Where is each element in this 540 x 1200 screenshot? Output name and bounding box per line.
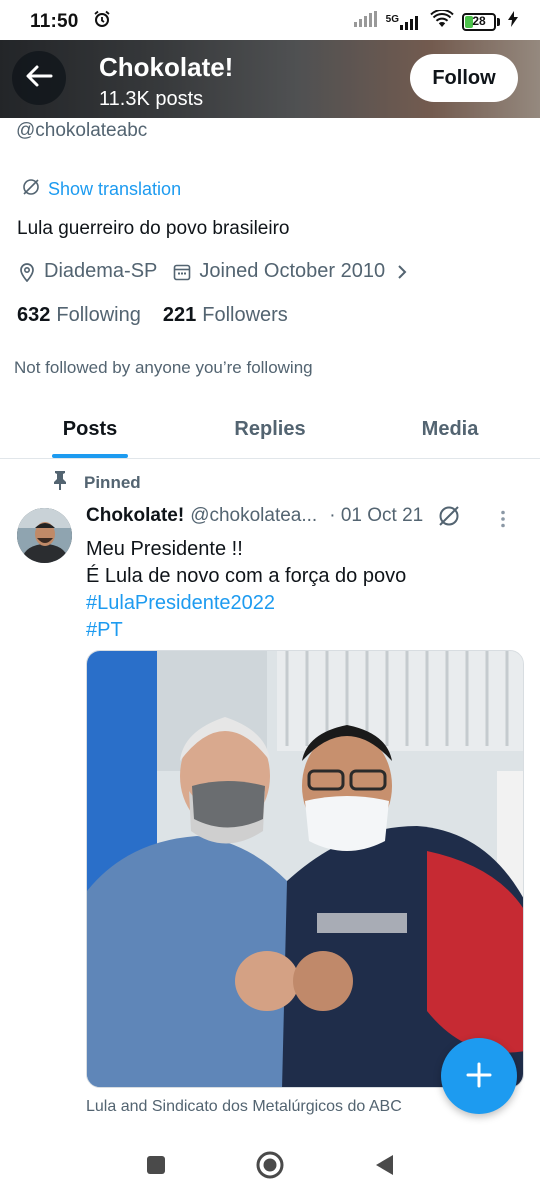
signal-5g-icon: 5G [386, 14, 422, 30]
header-title: Chokolate! [99, 52, 234, 82]
back-nav-icon[interactable] [374, 1154, 394, 1181]
profile-handle: @chokolateabc [16, 120, 148, 141]
wifi-icon [430, 8, 454, 34]
signal-icon [353, 11, 378, 33]
post-line: É Lula de novo com a força do povo [86, 565, 407, 587]
status-time: 11:50 [30, 11, 79, 32]
translate-icon [22, 178, 40, 201]
posts-count: 11.3K posts [99, 88, 204, 110]
compose-post-button[interactable] [441, 1038, 517, 1114]
followers-label: Followers [202, 304, 288, 326]
followers-stat[interactable]: 221 Followers [163, 304, 288, 327]
following-count: 632 [17, 304, 51, 326]
system-nav-bar [0, 1134, 540, 1200]
status-bar: 11:50 5G 28 [0, 0, 540, 44]
battery-level: 28 [472, 14, 486, 28]
back-button[interactable] [12, 51, 66, 105]
post-author-handle[interactable]: @chokolatea... [190, 505, 317, 527]
profile-joined: Joined October 2010 [199, 260, 386, 282]
hashtag-link[interactable]: #PT [86, 617, 406, 644]
profile-bio: Lula guerreiro do povo brasileiro [17, 218, 290, 239]
profile-stats: 632 Following 221 Followers [17, 304, 310, 327]
tab-replies[interactable]: Replies [180, 400, 360, 458]
show-translation-label: Show translation [48, 179, 182, 199]
profile-meta: Diadema-SP Joined October 2010 [18, 260, 415, 283]
plus-icon [466, 1062, 492, 1091]
pinned-label: Pinned [84, 472, 141, 492]
show-translation-link[interactable]: Show translation [22, 178, 181, 201]
not-followed-note: Not followed by anyone you’re following [14, 358, 313, 377]
calendar-icon [173, 263, 191, 281]
hashtag-link[interactable]: #LulaPresidente2022 [86, 590, 406, 617]
home-icon[interactable] [256, 1151, 284, 1184]
post-date[interactable]: · 01 Oct 21 [329, 505, 423, 527]
battery-icon: 28 [462, 13, 500, 31]
tab-media[interactable]: Media [360, 400, 540, 458]
status-icons: 5G 28 [353, 8, 518, 34]
profile-header: Chokolate! 11.3K posts Follow [0, 40, 540, 118]
post-line: Meu Presidente !! [86, 538, 243, 560]
alarm-icon [93, 10, 111, 34]
arrow-left-icon [25, 64, 53, 93]
following-label: Following [56, 304, 141, 326]
pinned-indicator: Pinned [52, 470, 141, 495]
post-body: Meu Presidente !! É Lula de novo com a f… [86, 536, 406, 644]
profile-tabs: Posts Replies Media [0, 400, 540, 459]
chevron-right-icon[interactable] [397, 264, 407, 280]
following-stat[interactable]: 632 Following [17, 304, 141, 327]
profile-location: Diadema-SP [44, 260, 158, 282]
pin-icon [52, 470, 68, 495]
charging-icon [508, 11, 518, 33]
image-caption: Lula and Sindicato dos Metalúrgicos do A… [86, 1098, 402, 1115]
more-options-icon[interactable] [500, 510, 506, 528]
post-image[interactable] [86, 650, 524, 1088]
recents-icon[interactable] [146, 1155, 166, 1180]
network-label: 5G [385, 14, 399, 25]
location-icon [18, 262, 36, 282]
post-header: Chokolate! @chokolatea... · 01 Oct 21 [86, 504, 526, 528]
tab-posts[interactable]: Posts [0, 400, 180, 458]
grok-icon[interactable] [437, 504, 461, 528]
followers-count: 221 [162, 304, 197, 326]
post-author-name[interactable]: Chokolate! [86, 505, 184, 527]
follow-button[interactable]: Follow [410, 54, 518, 102]
post-avatar[interactable] [17, 508, 72, 563]
